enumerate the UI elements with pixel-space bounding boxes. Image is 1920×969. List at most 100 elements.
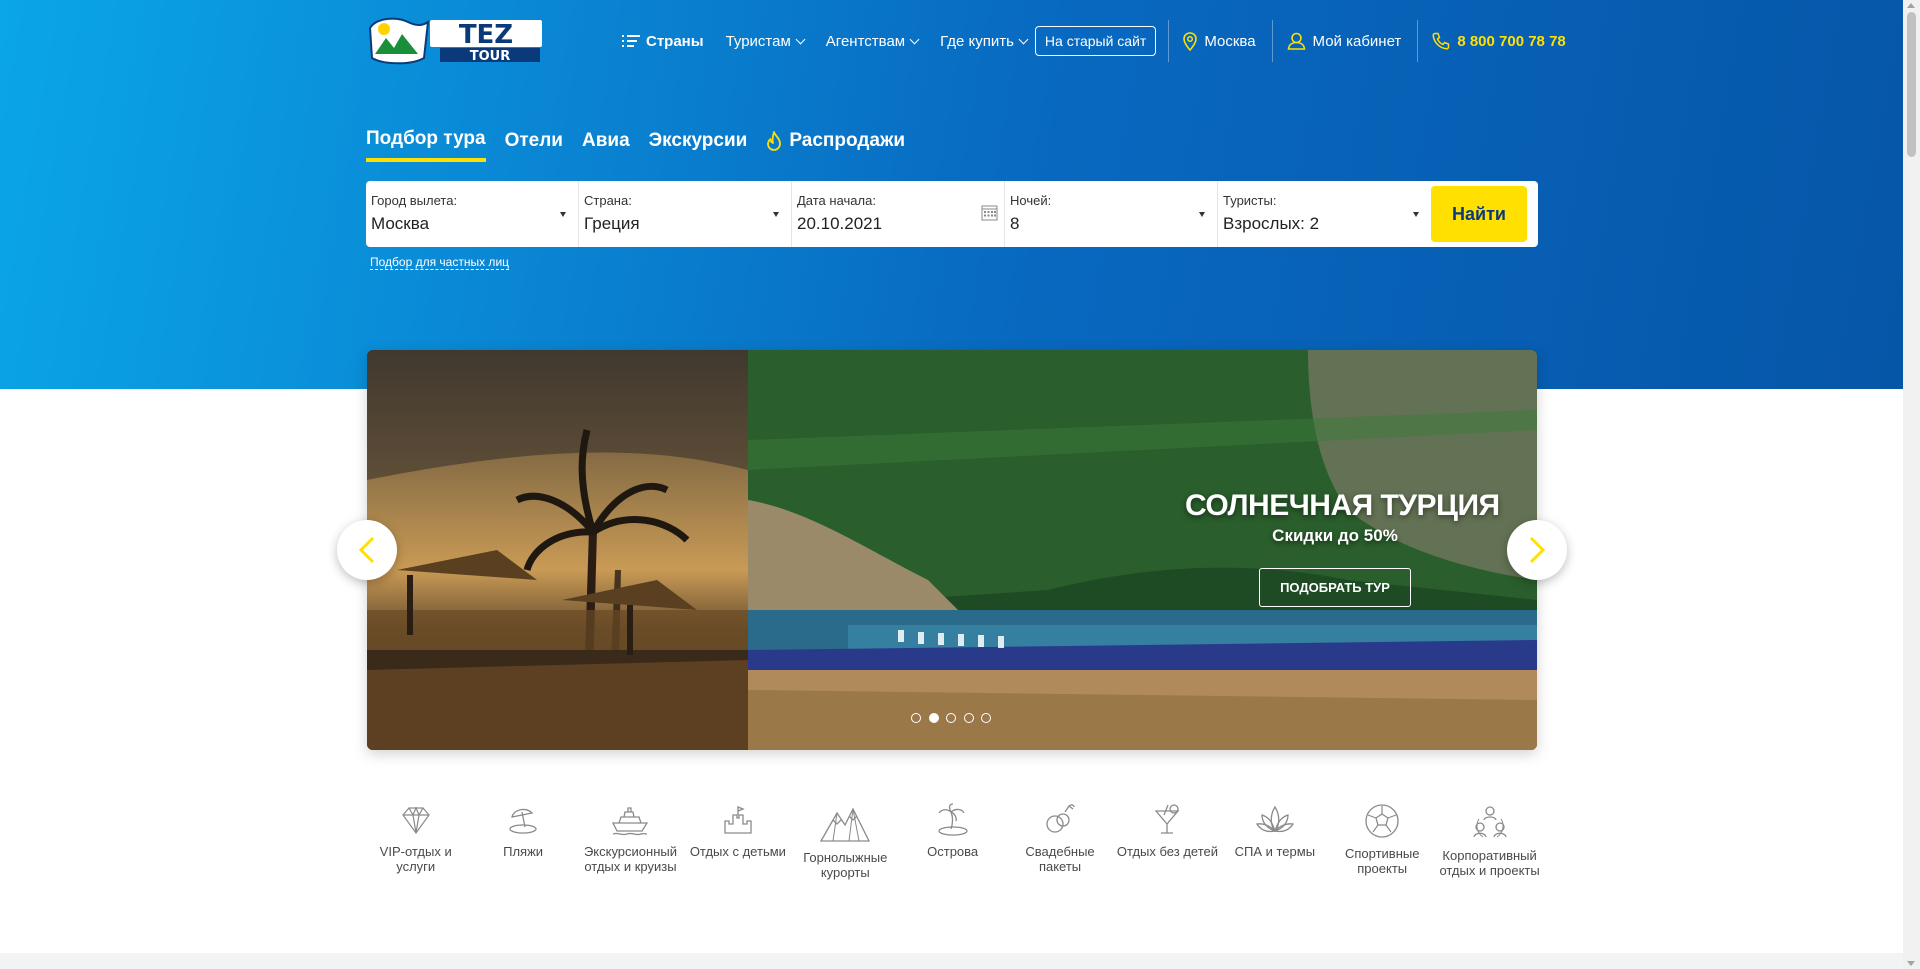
divider [1271,20,1273,62]
scroll-thumb[interactable] [1907,12,1916,157]
tab-tour-search[interactable]: Подбор тура [366,128,486,162]
main-nav: Страны Туристам Агентствам Где купить На… [622,20,1566,62]
choose-tour-button[interactable]: ПОДОБРАТЬ ТУР [1259,568,1411,607]
cabinet-link[interactable]: Мой кабинет [1287,32,1401,50]
svg-text:TOUR: TOUR [470,49,511,64]
find-button[interactable]: Найти [1431,186,1527,242]
nav-tourists-label: Туристам [725,32,791,50]
slider-dot[interactable] [963,713,974,723]
city-label: Москва [1204,32,1256,50]
category-label: Корпоративный отдых и проекты [1439,848,1540,878]
slide-caption: СОЛНЕЧНАЯ ТУРЦИЯ Скидки до 50% ПОДОБРАТЬ… [1185,489,1500,607]
phone-icon [1432,32,1450,50]
category-corporate[interactable]: Корпоративный отдых и проекты [1436,803,1543,880]
chevron-down-icon [1018,34,1029,44]
divider [1417,20,1419,62]
slide-subtitle: Скидки до 50% [1272,526,1398,545]
tab-sales[interactable]: Распродажи [766,128,905,162]
list-icon [622,34,640,48]
tourists-value: Взрослых: 2 [1223,214,1320,233]
start-date-label: Дата начала: [797,193,876,208]
category-list: VIP-отдых и услуги Пляжи Экскурсионный о… [362,803,1543,880]
scroll-down-arrow-icon[interactable] [1907,961,1915,966]
category-label: Свадебные пакеты [1025,844,1095,874]
slide-title: СОЛНЕЧНАЯ ТУРЦИЯ [1185,489,1500,522]
category-label: Спортивные проекты [1344,846,1420,876]
category-with-children[interactable]: Отдых с детьми [684,803,791,880]
slider-dot[interactable] [981,713,991,723]
country-select[interactable]: Страна: Греция [579,181,792,247]
category-sports[interactable]: Спортивные проекты [1329,803,1436,880]
tab-excursions[interactable]: Экскурсии [649,128,748,162]
category-label: VIP-отдых и услуги [379,844,452,874]
city-selector[interactable]: Москва [1183,31,1256,51]
category-vip[interactable]: VIP-отдых и услуги [362,803,469,880]
promo-slider: СОЛНЕЧНАЯ ТУРЦИЯ Скидки до 50% ПОДОБРАТЬ… [367,350,1537,750]
nav-where-to-buy[interactable]: Где купить [940,33,1029,50]
chevron-right-icon [1529,536,1545,564]
category-label: Горнолыжные курорты [803,850,888,880]
chevron-down-icon [909,34,920,44]
category-spa[interactable]: СПА и термы [1221,803,1328,880]
departure-label: Город вылета: [371,193,458,208]
svg-text:TEZ: TEZ [459,20,513,50]
category-wedding[interactable]: Свадебные пакеты [1006,803,1113,880]
tez-tour-logo[interactable]: TEZ TOUR [366,14,544,66]
location-pin-icon [1183,31,1198,51]
tab-avia[interactable]: Авиа [582,128,630,162]
start-date-value: 20.10.2021 [797,214,883,233]
scroll-up-arrow-icon[interactable] [1907,3,1915,8]
category-excursions-cruises[interactable]: Экскурсионный отдых и круизы [577,803,684,880]
category-beaches[interactable]: Пляжи [469,803,576,880]
slider-dot-active[interactable] [928,713,939,723]
country-label: Страна: [584,193,632,208]
slider-prev-button[interactable] [337,520,397,580]
tourists-select[interactable]: Туристы: Взрослых: 2 [1218,181,1431,247]
nights-value: 8 [1010,214,1020,233]
category-label: Пляжи [503,844,544,859]
cocktail-icon [1155,804,1180,834]
departure-value: Москва [371,214,430,233]
nav-agencies[interactable]: Агентствам [826,33,920,50]
nav-countries[interactable]: Страны [622,33,704,50]
chevron-down-icon [795,34,806,44]
tab-sales-label: Распродажи [789,130,906,151]
dropdown-arrow-icon [560,212,566,217]
phone-link[interactable]: 8 800 700 78 78 [1432,32,1566,50]
category-label: СПА и термы [1234,844,1316,859]
category-islands[interactable]: Острова [899,803,1006,880]
slider-dot[interactable] [911,713,921,723]
mountains-icon [820,807,871,842]
search-tabs: Подбор тура Отели Авиа Экскурсии Распрод… [366,128,924,162]
category-label: Острова [927,844,979,859]
divider [1168,20,1170,62]
nights-select[interactable]: Ночей: 8 [1005,181,1218,247]
nav-tourists[interactable]: Туристам [725,32,806,50]
soccer-ball-icon [1365,804,1399,838]
slider-next-button[interactable] [1507,520,1567,580]
start-date-field[interactable]: Дата начала: 20.10.2021 [792,181,1005,247]
slider-dot[interactable] [946,713,956,723]
category-ski-resorts[interactable]: Горнолыжные курорты [792,803,899,880]
calendar-icon[interactable] [981,204,998,221]
old-site-button[interactable]: На старый сайт [1034,26,1157,56]
tourists-label: Туристы: [1223,193,1277,208]
palm-sunset-image [367,350,748,750]
sandcastle-icon [724,806,752,834]
beach-umbrella-icon [509,808,537,834]
island-icon [937,803,968,836]
nav-countries-label: Страны [646,32,704,50]
nights-label: Ночей: [1010,193,1052,208]
page-scrollbar[interactable] [1903,0,1920,969]
private-search-link[interactable]: Подбор для частных лиц [370,255,510,270]
country-value: Греция [584,214,640,233]
lotus-icon [1255,805,1294,833]
departure-select[interactable]: Город вылета: Москва [366,181,579,247]
category-label: Экскурсионный отдых и круизы [583,844,677,874]
category-no-children[interactable]: Отдых без детей [1114,803,1221,880]
diamond-icon [401,806,430,835]
flame-icon [767,131,782,151]
header: TEZ TOUR Страны Туристам Агентствам Где … [366,14,1566,66]
tab-hotels[interactable]: Отели [505,128,563,162]
slider-dots [911,713,999,723]
